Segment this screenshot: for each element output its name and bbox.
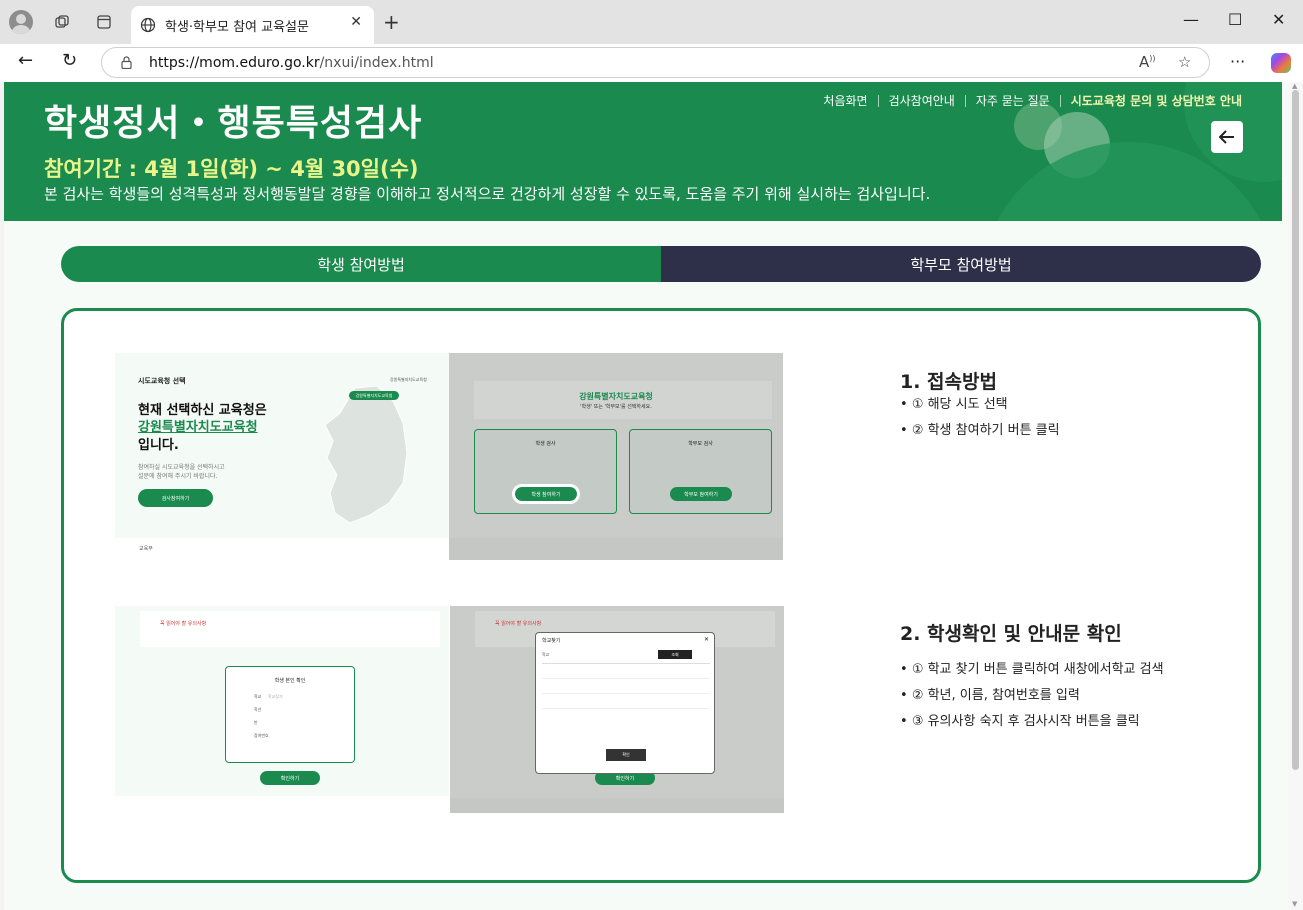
- address-bar[interactable]: https://mom.eduro.go.kr/nxui/index.html …: [101, 47, 1210, 78]
- page-description: 본 검사는 학생들의 성격특성과 정서행동발달 경향을 이해하고 정서적으로 건…: [44, 185, 931, 203]
- nav-divider: [877, 94, 879, 107]
- shot1-footer-logo: 교육부: [139, 546, 153, 552]
- window-close-icon[interactable]: ✕: [1272, 10, 1285, 29]
- instructions-panel: 시도교육청 선택 강원특별자치도교육청 현재 선택하신 교육청은 강원특별자치도…: [61, 308, 1261, 883]
- korea-map-icon: [324, 385, 408, 524]
- step1-title: 1. 접속방법: [900, 371, 997, 393]
- refresh-icon[interactable]: ↻: [62, 50, 77, 71]
- shot3-field-grade: 학년: [254, 707, 262, 712]
- shot4-modal: 학교찾기 ✕ 학교 조회 확인: [535, 632, 715, 774]
- step2-item: ① 학교 찾기 버튼 클릭하여 새창에서학교 검색: [900, 658, 1164, 684]
- shot3-notice-box: 꼭 읽어야 할 유의사항: [140, 611, 440, 647]
- shot1-footer: 교육부: [115, 538, 449, 560]
- shot4-search-button: 조회: [658, 650, 692, 659]
- step2-item: ③ 유의사항 숙지 후 검사시작 버튼을 클릭: [900, 710, 1164, 736]
- scroll-thumb[interactable]: [1292, 90, 1299, 770]
- back-button[interactable]: [1211, 121, 1243, 153]
- shot1-small1: 참여하실 시도교육청을 선택하시고: [138, 464, 225, 471]
- shot3-field-class: 반: [254, 720, 258, 725]
- browser-toolbar: ← ↻ https://mom.eduro.go.kr/nxui/index.h…: [0, 44, 1303, 82]
- shot3-button: 확인하기: [260, 771, 320, 785]
- shot2-subtitle: '학생' 또는 '학부모'를 선택하세요.: [580, 404, 652, 410]
- shot4-confirm-button: 확인: [606, 749, 646, 761]
- shot3-footer: [115, 796, 449, 813]
- profile-avatar-icon[interactable]: [9, 10, 33, 34]
- screenshot-role-select: 강원특별자치도교육청 '학생' 또는 '학부모'를 선택하세요. 학생 검사 학…: [449, 353, 783, 560]
- workspaces-icon[interactable]: [48, 8, 76, 36]
- shot1-line2: 강원특별자치도교육청: [138, 420, 258, 435]
- step2-item: ② 학년, 이름, 참여번호를 입력: [900, 684, 1164, 710]
- shot4-modal-title: 학교찾기: [542, 638, 561, 644]
- page-scrollbar[interactable]: ▲ ▼: [1288, 82, 1303, 910]
- top-nav: 처음화면 검사참여안내 자주 묻는 질문 시도교육청 문의 및 상담번호 안내: [823, 92, 1242, 109]
- page-viewport: 학생정서・행동특성검사 참여기간 : 4월 1일(화) ~ 4월 30일(수) …: [4, 82, 1288, 910]
- globe-icon: [140, 17, 156, 33]
- step2-title: 2. 학생확인 및 안내문 확인: [900, 623, 1122, 645]
- step2-list: ① 학교 찾기 버튼 클릭하여 새창에서학교 검색 ② 학년, 이름, 참여번호…: [900, 658, 1164, 736]
- shot4-notice: 꼭 읽어야 할 유의사항: [495, 621, 542, 627]
- url-text[interactable]: https://mom.eduro.go.kr/nxui/index.html: [149, 55, 434, 71]
- shot2-title: 강원특별자치도교육청: [579, 392, 653, 401]
- participation-period: 참여기간 : 4월 1일(화) ~ 4월 30일(수): [44, 157, 419, 181]
- browser-tab-strip: 학생·학부모 참여 교육설문 ✕ + — ☐ ✕: [0, 0, 1303, 44]
- tab-student-method[interactable]: 학생 참여방법: [61, 246, 661, 282]
- shot1-label: 시도교육청 선택: [138, 377, 186, 385]
- nav-guide-link[interactable]: 검사참여안내: [889, 92, 955, 109]
- shot4-result-list: [542, 663, 710, 723]
- shot3-form: 학생 본인 확인 학교 학교찾기 학년 반 참여번호: [225, 666, 355, 763]
- shot2-student-label: 학생 검사: [535, 441, 556, 447]
- shot1-line3: 입니다.: [138, 438, 179, 453]
- tab-title: 학생·학부모 참여 교육설문: [165, 20, 309, 35]
- scroll-down-icon[interactable]: ▼: [1292, 900, 1297, 908]
- back-arrow-icon[interactable]: ←: [18, 50, 33, 71]
- screenshot-school-search: 꼭 읽어야 할 유의사항 확인하기 학교찾기 ✕ 학교 조회 확인: [450, 606, 784, 813]
- shot2-footer: [449, 538, 783, 560]
- screenshot-student-verify: 꼭 읽어야 할 유의사항 학생 본인 확인 학교 학교찾기 학년 반 참여번호 …: [115, 606, 449, 813]
- hero-banner: 학생정서・행동특성검사 참여기간 : 4월 1일(화) ~ 4월 30일(수) …: [4, 82, 1282, 221]
- shot1-map-badge: 강원특별자치도교육청: [349, 391, 399, 400]
- step1-item: ② 학생 참여하기 버튼 클릭: [900, 419, 1060, 445]
- shot3-school-placeholder: 학교찾기: [268, 694, 283, 699]
- method-tabs: 학생 참여방법 학부모 참여방법: [61, 246, 1261, 282]
- shot2-student-card: 학생 검사 학생 참여하기: [474, 429, 617, 514]
- shot4-footer: [450, 798, 784, 813]
- nav-divider: [964, 94, 966, 107]
- shot2-parent-button: 학부모 참여하기: [670, 487, 732, 501]
- screenshot-region-select: 시도교육청 선택 강원특별자치도교육청 현재 선택하신 교육청은 강원특별자치도…: [115, 353, 449, 560]
- scroll-up-icon[interactable]: ▲: [1292, 82, 1297, 90]
- minimize-icon[interactable]: —: [1183, 10, 1199, 29]
- shot4-modal-close-icon: ✕: [704, 636, 710, 643]
- shot3-form-title: 학생 본인 확인: [274, 678, 306, 684]
- more-menu-icon[interactable]: ···: [1230, 52, 1245, 71]
- url-path: /nxui/index.html: [319, 55, 434, 71]
- step1-list: ① 해당 시도 선택 ② 학생 참여하기 버튼 클릭: [900, 393, 1060, 445]
- url-domain: https://mom.eduro.go.kr: [149, 55, 320, 71]
- shot2-parent-label: 학부모 검사: [688, 441, 713, 447]
- shot3-field-number: 참여번호: [254, 733, 269, 738]
- maximize-icon[interactable]: ☐: [1228, 10, 1242, 29]
- shot3-notice: 꼭 읽어야 할 유의사항: [160, 621, 207, 627]
- new-tab-icon[interactable]: +: [383, 10, 400, 34]
- step1-item: ① 해당 시도 선택: [900, 393, 1060, 419]
- page-title: 학생정서・행동특성검사: [44, 103, 423, 144]
- nav-contact-link[interactable]: 시도교육청 문의 및 상담번호 안내: [1071, 92, 1242, 109]
- lock-icon[interactable]: [121, 56, 132, 69]
- read-aloud-icon[interactable]: A)): [1139, 53, 1156, 71]
- nav-divider: [1059, 94, 1061, 107]
- copilot-icon[interactable]: [1271, 53, 1291, 73]
- shot3-field-school: 학교: [254, 694, 262, 699]
- shot4-search-label: 학교: [542, 652, 550, 657]
- nav-home-link[interactable]: 처음화면: [823, 92, 867, 109]
- arrow-left-icon: [1219, 130, 1234, 144]
- active-browser-tab[interactable]: 학생·학부모 참여 교육설문 ✕: [131, 6, 374, 44]
- shot1-small2: 설문에 참여해 주시기 바랍니다.: [138, 473, 218, 480]
- tab-actions-icon[interactable]: [90, 8, 118, 36]
- tab-parent-method[interactable]: 학부모 참여방법: [661, 246, 1261, 282]
- close-tab-icon[interactable]: ✕: [350, 14, 362, 30]
- shot2-student-button: 학생 참여하기: [512, 484, 580, 504]
- shot1-button: 검사참여하기: [138, 489, 213, 507]
- favorite-star-icon[interactable]: ☆: [1178, 53, 1191, 71]
- shot2-parent-card: 학부모 검사 학부모 참여하기: [629, 429, 772, 514]
- nav-faq-link[interactable]: 자주 묻는 질문: [976, 92, 1050, 109]
